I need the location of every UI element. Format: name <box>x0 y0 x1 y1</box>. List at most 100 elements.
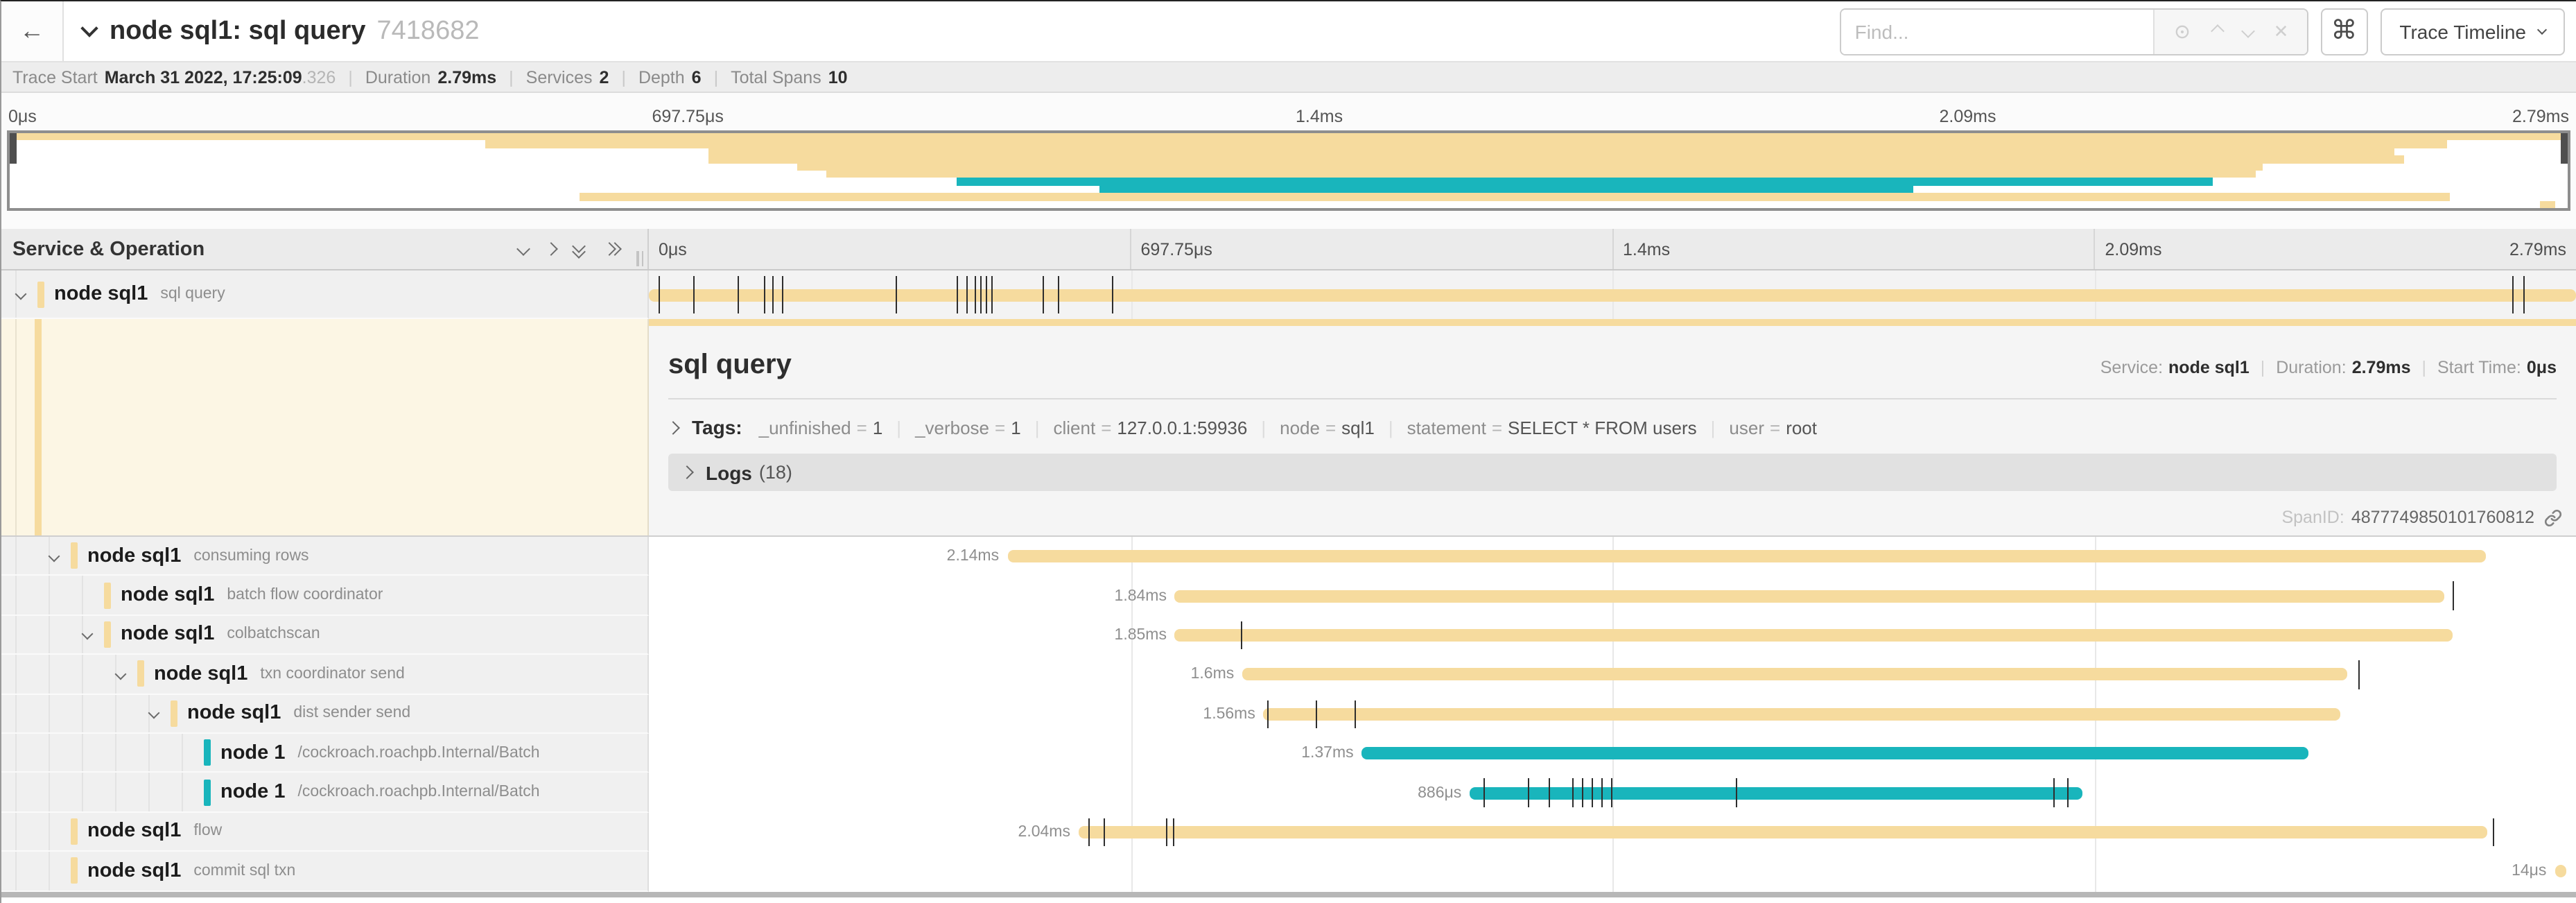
span-row[interactable]: node sql1sql query <box>1 270 2576 319</box>
span-bar[interactable] <box>1242 669 2347 681</box>
span-timeline-cell[interactable]: 14μs <box>649 852 2576 891</box>
top-bar: ← node sql1: sql query 7418682 ✕ <box>1 1 2576 62</box>
logs-toggle[interactable]: Logs (18) <box>668 454 2557 491</box>
minimap-right-scrubber[interactable] <box>2561 133 2568 164</box>
span-tree-cell[interactable]: node sql1commit sql txn <box>1 852 649 891</box>
log-tick <box>772 276 774 313</box>
log-tick <box>1572 779 1574 807</box>
span-row[interactable]: node sql1batch flow coordinator1.84ms <box>1 576 2576 616</box>
span-bar[interactable] <box>1175 629 2453 642</box>
span-bar[interactable] <box>1079 826 2487 839</box>
span-tree-cell[interactable]: node 1/cockroach.roachpb.Internal/Batch <box>1 734 649 773</box>
find-input[interactable] <box>1841 9 2153 53</box>
log-tick <box>2453 582 2454 610</box>
service-color-bar <box>204 779 211 805</box>
tag-item: node=sql1 <box>1280 417 1375 438</box>
log-tick <box>2512 276 2514 313</box>
span-timeline-cell[interactable]: 2.14ms <box>649 537 2576 576</box>
column-resize-grip[interactable] <box>636 251 643 266</box>
minimap-axis-label: 0μs <box>8 107 37 126</box>
tag-item: _verbose=1 <box>915 417 1021 438</box>
span-tree-cell[interactable]: node sql1txn coordinator send <box>1 655 649 694</box>
span-bar[interactable] <box>649 289 2576 301</box>
keyboard-shortcuts-button[interactable]: ⌘ <box>2320 8 2367 55</box>
span-tree-cell[interactable]: node sql1colbatchscan <box>1 616 649 655</box>
find-next-icon[interactable] <box>2241 24 2255 38</box>
service-name: node sql1 <box>87 820 181 843</box>
span-collapse-chevron-icon[interactable] <box>116 670 137 678</box>
log-tick <box>1088 818 1090 846</box>
minimap-span-strip <box>956 178 2212 186</box>
trace-stat: Duration2.79ms <box>365 67 496 87</box>
span-timeline-cell[interactable]: 1.85ms <box>649 616 2576 655</box>
minimap-canvas[interactable] <box>7 130 2570 211</box>
span-timeline-cell[interactable]: 1.6ms <box>649 655 2576 694</box>
service-color-bar <box>104 582 111 608</box>
command-icon: ⌘ <box>2331 15 2357 47</box>
span-bar[interactable] <box>1362 747 2308 759</box>
span-row[interactable]: node 1/cockroach.roachpb.Internal/Batch1… <box>1 734 2576 773</box>
minimap-span-strip <box>10 133 2568 141</box>
find-prev-icon[interactable] <box>2211 24 2225 38</box>
log-tick <box>896 276 897 313</box>
service-color-bar <box>71 818 78 845</box>
bottom-scrollbar[interactable] <box>1 891 2576 897</box>
collapse-all-icon[interactable] <box>574 241 586 257</box>
span-bar[interactable] <box>2555 866 2566 878</box>
deep-link-icon[interactable] <box>2544 508 2562 526</box>
span-timeline-cell[interactable]: 886μs <box>649 773 2576 813</box>
span-tree-cell[interactable]: node sql1batch flow coordinator <box>1 576 649 616</box>
span-row[interactable]: node 1/cockroach.roachpb.Internal/Batch8… <box>1 773 2576 813</box>
span-timeline-cell[interactable]: 1.56ms <box>649 694 2576 734</box>
collapse-one-icon[interactable] <box>516 242 530 256</box>
collapse-trace-chevron-icon[interactable] <box>80 19 98 37</box>
span-row[interactable]: node sql1colbatchscan1.85ms <box>1 616 2576 655</box>
operation-name: /cockroach.roachpb.Internal/Batch <box>297 744 539 761</box>
span-tree-cell[interactable]: node sql1consuming rows <box>1 537 649 576</box>
time-axis-tick: 1.4ms <box>1612 229 2094 269</box>
find-box: ✕ <box>1840 8 2308 55</box>
span-tree-cell[interactable]: node sql1sql query <box>1 270 649 319</box>
trace-title-group[interactable]: node sql1: sql query 7418682 <box>83 16 479 46</box>
span-tree-cell[interactable]: node 1/cockroach.roachpb.Internal/Batch <box>1 773 649 813</box>
span-row[interactable]: node sql1commit sql txn 14μs <box>1 852 2576 891</box>
span-bar[interactable] <box>1470 786 2082 799</box>
expand-one-icon[interactable] <box>544 242 558 256</box>
view-selector-button[interactable]: Trace Timeline <box>2380 8 2565 55</box>
span-collapse-chevron-icon[interactable] <box>83 630 104 639</box>
span-row[interactable]: node sql1consuming rows2.14ms <box>1 537 2576 576</box>
service-color-bar <box>37 281 44 307</box>
span-timeline-cell[interactable]: 1.37ms <box>649 734 2576 773</box>
back-button[interactable]: ← <box>1 1 64 61</box>
view-selector-label: Trace Timeline <box>2399 20 2526 42</box>
span-row[interactable]: node sql1flow2.04ms <box>1 812 2576 852</box>
log-tick <box>1111 276 1113 313</box>
span-timeline-cell[interactable]: 2.04ms <box>649 812 2576 852</box>
span-duration-label: 1.6ms <box>1191 666 1243 683</box>
find-clear-icon[interactable]: ✕ <box>2274 20 2289 42</box>
span-timeline-cell[interactable]: 1.84ms <box>649 576 2576 616</box>
span-row[interactable]: node sql1txn coordinator send 1.6ms <box>1 655 2576 694</box>
service-name: node sql1 <box>121 624 214 646</box>
span-bar[interactable] <box>1007 550 2485 562</box>
minimap-axis-labels: 0μs697.75μs1.4ms2.09ms2.79ms <box>1 93 2576 130</box>
service-color-bar <box>104 621 111 648</box>
span-row[interactable]: node sql1dist sender send1.56ms <box>1 694 2576 734</box>
span-id-value: 4877749850101760812 <box>2351 508 2534 527</box>
span-collapse-chevron-icon[interactable] <box>50 551 71 560</box>
expand-all-icon[interactable] <box>604 241 617 257</box>
span-timeline-cell[interactable] <box>649 270 2576 319</box>
tags-toggle[interactable]: Tags: _unfinished=1|_verbose=1|client=12… <box>668 416 2557 438</box>
minimap-left-scrubber[interactable] <box>10 133 17 164</box>
page-title: node sql1: sql query <box>110 16 366 46</box>
span-collapse-chevron-icon[interactable] <box>150 710 171 718</box>
service-name: node sql1 <box>54 283 148 305</box>
span-tree-cell[interactable]: node sql1dist sender send <box>1 694 649 734</box>
span-duration-label: 14μs <box>2512 863 2555 880</box>
timeline-minimap: 0μs697.75μs1.4ms2.09ms2.79ms <box>1 93 2576 229</box>
span-bar[interactable] <box>1264 708 2341 721</box>
span-collapse-chevron-icon[interactable] <box>17 290 37 298</box>
locate-icon[interactable] <box>2173 22 2192 41</box>
span-tree-cell[interactable]: node sql1flow <box>1 812 649 852</box>
span-bar[interactable] <box>1175 590 2445 602</box>
